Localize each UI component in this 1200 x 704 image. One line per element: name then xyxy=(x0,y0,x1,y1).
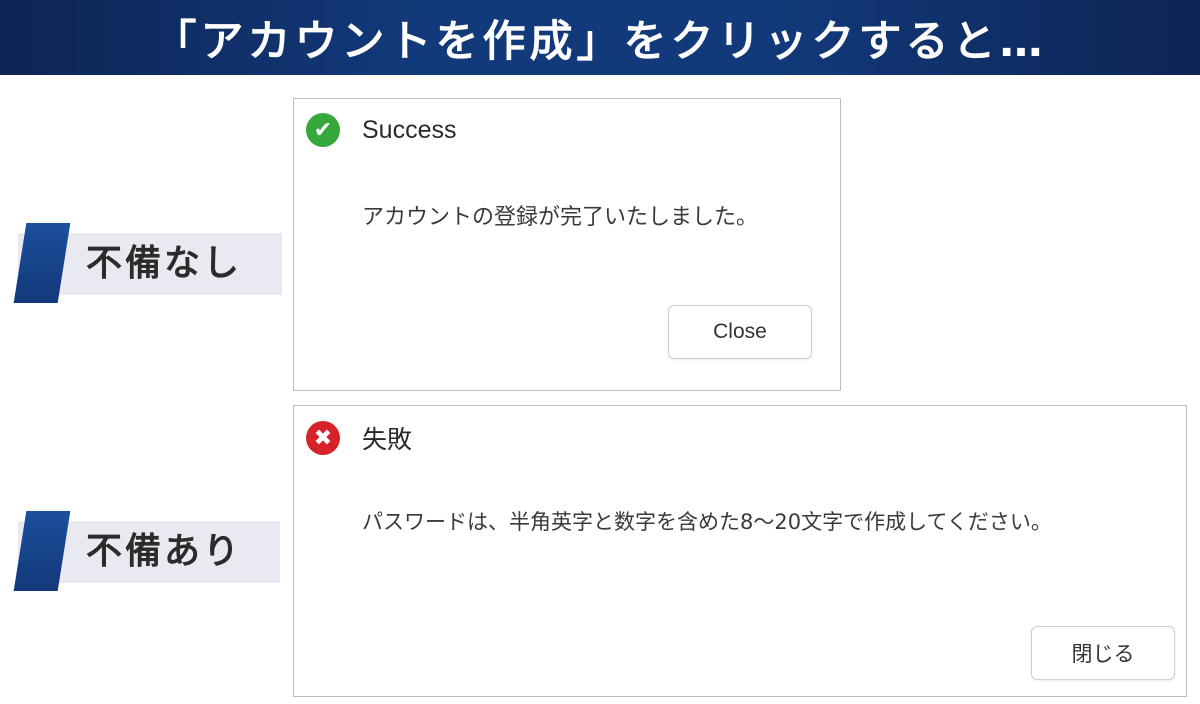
case-label-with-errors: 不備あり xyxy=(13,511,280,591)
error-dialog: ✖ 失敗 パスワードは、半角英字と数字を含めた8〜20文字で作成してください。 … xyxy=(293,405,1187,697)
case-label-no-errors: 不備なし xyxy=(13,223,282,303)
dialog-title-row: ✖ 失敗 xyxy=(306,420,412,456)
close-button[interactable]: 閉じる xyxy=(1031,626,1175,680)
dialog-title: 失敗 xyxy=(362,426,413,454)
dialog-message: パスワードは、半角英字と数字を含めた8〜20文字で作成してください。 xyxy=(362,510,1052,534)
check-circle-icon: ✔ xyxy=(306,113,340,147)
dialog-title-row: ✔ Success xyxy=(306,113,456,147)
dialog-title: Success xyxy=(362,115,457,144)
dialog-message: アカウントの登録が完了いたしました。 xyxy=(362,205,759,230)
case-label-text: 不備なし xyxy=(86,243,243,284)
case-label-text: 不備あり xyxy=(86,531,243,572)
label-stripe xyxy=(13,511,71,591)
success-dialog: ✔ Success アカウントの登録が完了いたしました。 Close xyxy=(293,98,841,391)
label-stripe xyxy=(13,223,71,303)
page-title: 「アカウントを作成」をクリックすると… xyxy=(153,16,1047,67)
close-button[interactable]: Close xyxy=(668,305,812,359)
x-circle-icon: ✖ xyxy=(306,421,340,455)
header-banner: 「アカウントを作成」をクリックすると… xyxy=(0,0,1200,75)
